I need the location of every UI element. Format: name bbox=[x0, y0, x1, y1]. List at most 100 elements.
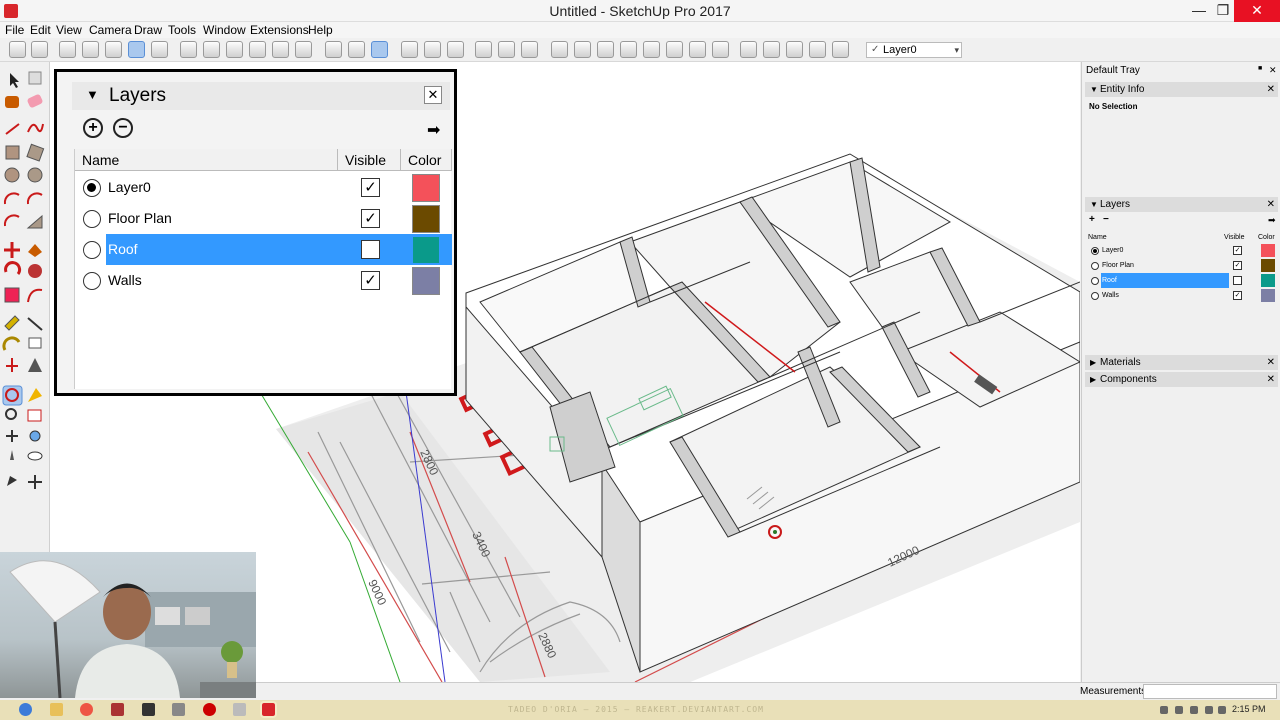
tray-icon-4[interactable] bbox=[1205, 706, 1213, 714]
sandbox-stamp-icon[interactable] bbox=[620, 41, 637, 58]
visible-checkbox[interactable]: ✓ bbox=[361, 271, 380, 290]
xray-icon[interactable] bbox=[59, 41, 76, 58]
shaded-textures-icon[interactable] bbox=[151, 41, 168, 58]
app-icon-4[interactable] bbox=[233, 703, 246, 716]
tray-color-swatch[interactable] bbox=[1261, 259, 1275, 272]
menu-window[interactable]: Window bbox=[203, 23, 246, 37]
active-layer-radio[interactable] bbox=[83, 272, 101, 290]
back-view-icon[interactable] bbox=[272, 41, 289, 58]
clock[interactable]: 2:15 PM bbox=[1232, 704, 1266, 714]
match-photo-icon[interactable] bbox=[689, 41, 706, 58]
tray-visible-checkbox[interactable] bbox=[1233, 276, 1242, 285]
layer-color-swatch[interactable] bbox=[412, 205, 440, 233]
column-color-header[interactable]: Color bbox=[401, 149, 452, 171]
right-view-icon[interactable] bbox=[249, 41, 266, 58]
panel-close-icon[interactable]: ✕ bbox=[1267, 82, 1275, 97]
file-explorer-icon[interactable] bbox=[50, 703, 63, 716]
shaded-icon[interactable] bbox=[128, 41, 145, 58]
measurements-input[interactable] bbox=[1143, 684, 1277, 699]
entity-info-panel-header[interactable]: ▼ Entity Info ✕ bbox=[1085, 82, 1278, 97]
sandbox-flip-icon[interactable] bbox=[832, 41, 849, 58]
layer-color-swatch[interactable] bbox=[412, 267, 440, 295]
active-layer-radio[interactable] bbox=[83, 241, 101, 259]
hidden-line-icon[interactable] bbox=[31, 41, 48, 58]
active-layer-radio[interactable] bbox=[83, 179, 101, 197]
tray-layer-row-layer0[interactable]: Layer0 ✓ bbox=[1085, 243, 1278, 258]
tray-active-radio[interactable] bbox=[1091, 292, 1099, 300]
layer-color-swatch[interactable] bbox=[412, 236, 440, 264]
details-arrow-icon[interactable]: ➡ bbox=[427, 120, 443, 139]
layer-row-floor-plan[interactable]: Floor Plan ✓ bbox=[75, 203, 452, 234]
toggle-terrain-icon[interactable] bbox=[763, 41, 780, 58]
top-view-icon[interactable] bbox=[203, 41, 220, 58]
tray-color-swatch[interactable] bbox=[1261, 244, 1275, 257]
tray-close-icon[interactable]: ✕ bbox=[1269, 65, 1277, 76]
layer-color-swatch[interactable] bbox=[412, 174, 440, 202]
record-icon[interactable] bbox=[203, 703, 216, 716]
chrome-icon[interactable] bbox=[80, 703, 93, 716]
delete-layer-button[interactable]: − bbox=[113, 118, 133, 138]
components-panel-header[interactable]: ▶ Components ✕ bbox=[1085, 372, 1278, 387]
tray-visible-checkbox[interactable]: ✓ bbox=[1233, 291, 1242, 300]
tray-layer-name[interactable]: Roof bbox=[1101, 273, 1229, 288]
add-layer-button[interactable]: + bbox=[83, 118, 103, 138]
sandbox-contours-icon[interactable] bbox=[551, 41, 568, 58]
panel-close-icon[interactable]: ✕ bbox=[1267, 372, 1275, 387]
layer-row-roof[interactable]: Roof bbox=[75, 234, 452, 265]
menu-tools[interactable]: Tools bbox=[168, 23, 196, 37]
tray-details-icon[interactable]: ➡ bbox=[1268, 215, 1276, 226]
panel-close-icon[interactable]: ✕ bbox=[1267, 355, 1275, 370]
materials-panel-header[interactable]: ▶ Materials ✕ bbox=[1085, 355, 1278, 370]
back-edges-icon[interactable] bbox=[82, 41, 99, 58]
wireframe-icon[interactable] bbox=[105, 41, 122, 58]
close-button[interactable]: ✕ bbox=[1234, 0, 1280, 22]
share-model-icon[interactable] bbox=[424, 41, 441, 58]
solid-intersect-icon[interactable] bbox=[498, 41, 515, 58]
layer-name[interactable]: Walls bbox=[106, 265, 356, 296]
tray-color-swatch[interactable] bbox=[1261, 274, 1275, 287]
menu-view[interactable]: View bbox=[56, 23, 82, 37]
layer-row-walls[interactable]: Walls ✓ bbox=[75, 265, 452, 296]
photo-textures-icon[interactable] bbox=[786, 41, 803, 58]
tray-active-radio[interactable] bbox=[1091, 247, 1099, 255]
tray-visible-checkbox[interactable]: ✓ bbox=[1233, 246, 1242, 255]
select-style-icon[interactable] bbox=[9, 41, 26, 58]
menu-draw[interactable]: Draw bbox=[134, 23, 162, 37]
section-plane-icon[interactable] bbox=[325, 41, 342, 58]
tray-layer-row-walls[interactable]: Walls ✓ bbox=[1085, 288, 1278, 303]
dynamic-component-icon[interactable] bbox=[712, 41, 729, 58]
visible-checkbox[interactable] bbox=[361, 240, 380, 259]
app-icon-3[interactable] bbox=[172, 703, 185, 716]
layer-name[interactable]: Floor Plan bbox=[106, 203, 356, 234]
fog-icon[interactable] bbox=[666, 41, 683, 58]
front-view-icon[interactable] bbox=[226, 41, 243, 58]
layers-panel-header[interactable]: ▼ Layers ✕ bbox=[1085, 197, 1278, 212]
tray-layer-name[interactable]: Walls bbox=[1101, 288, 1229, 303]
visible-checkbox[interactable]: ✓ bbox=[361, 178, 380, 197]
layer-name[interactable]: Layer0 bbox=[106, 172, 356, 203]
volume-icon[interactable] bbox=[1218, 706, 1226, 714]
iso-view-icon[interactable] bbox=[180, 41, 197, 58]
3d-warehouse-icon[interactable] bbox=[401, 41, 418, 58]
menu-edit[interactable]: Edit bbox=[30, 23, 51, 37]
app-icon-2[interactable] bbox=[142, 703, 155, 716]
layers-dialog-header[interactable]: ▼ Layers ✕ bbox=[72, 82, 450, 110]
section-cuts-icon[interactable] bbox=[348, 41, 365, 58]
column-visible-header[interactable]: Visible bbox=[338, 149, 401, 171]
layers-dialog-close-button[interactable]: ✕ bbox=[424, 86, 442, 104]
tray-add-layer-icon[interactable]: + bbox=[1089, 214, 1095, 225]
sketchup-taskbar-icon[interactable] bbox=[260, 701, 277, 718]
layer-name[interactable]: Roof bbox=[106, 234, 356, 265]
active-layer-radio[interactable] bbox=[83, 210, 101, 228]
sandbox-smoove-icon[interactable] bbox=[597, 41, 614, 58]
collapse-triangle-icon[interactable]: ▼ bbox=[86, 87, 99, 102]
menu-camera[interactable]: Camera bbox=[89, 23, 132, 37]
tray-icon-2[interactable] bbox=[1175, 706, 1183, 714]
tray-remove-layer-icon[interactable]: − bbox=[1103, 214, 1109, 225]
tray-visible-checkbox[interactable]: ✓ bbox=[1233, 261, 1242, 270]
start-icon[interactable] bbox=[19, 703, 32, 716]
layer-row-layer0[interactable]: Layer0 ✓ bbox=[75, 172, 452, 203]
menu-extensions[interactable]: Extensions bbox=[250, 23, 309, 37]
tray-layer-row-floor-plan[interactable]: Floor Plan ✓ bbox=[1085, 258, 1278, 273]
app-icon-1[interactable] bbox=[111, 703, 124, 716]
